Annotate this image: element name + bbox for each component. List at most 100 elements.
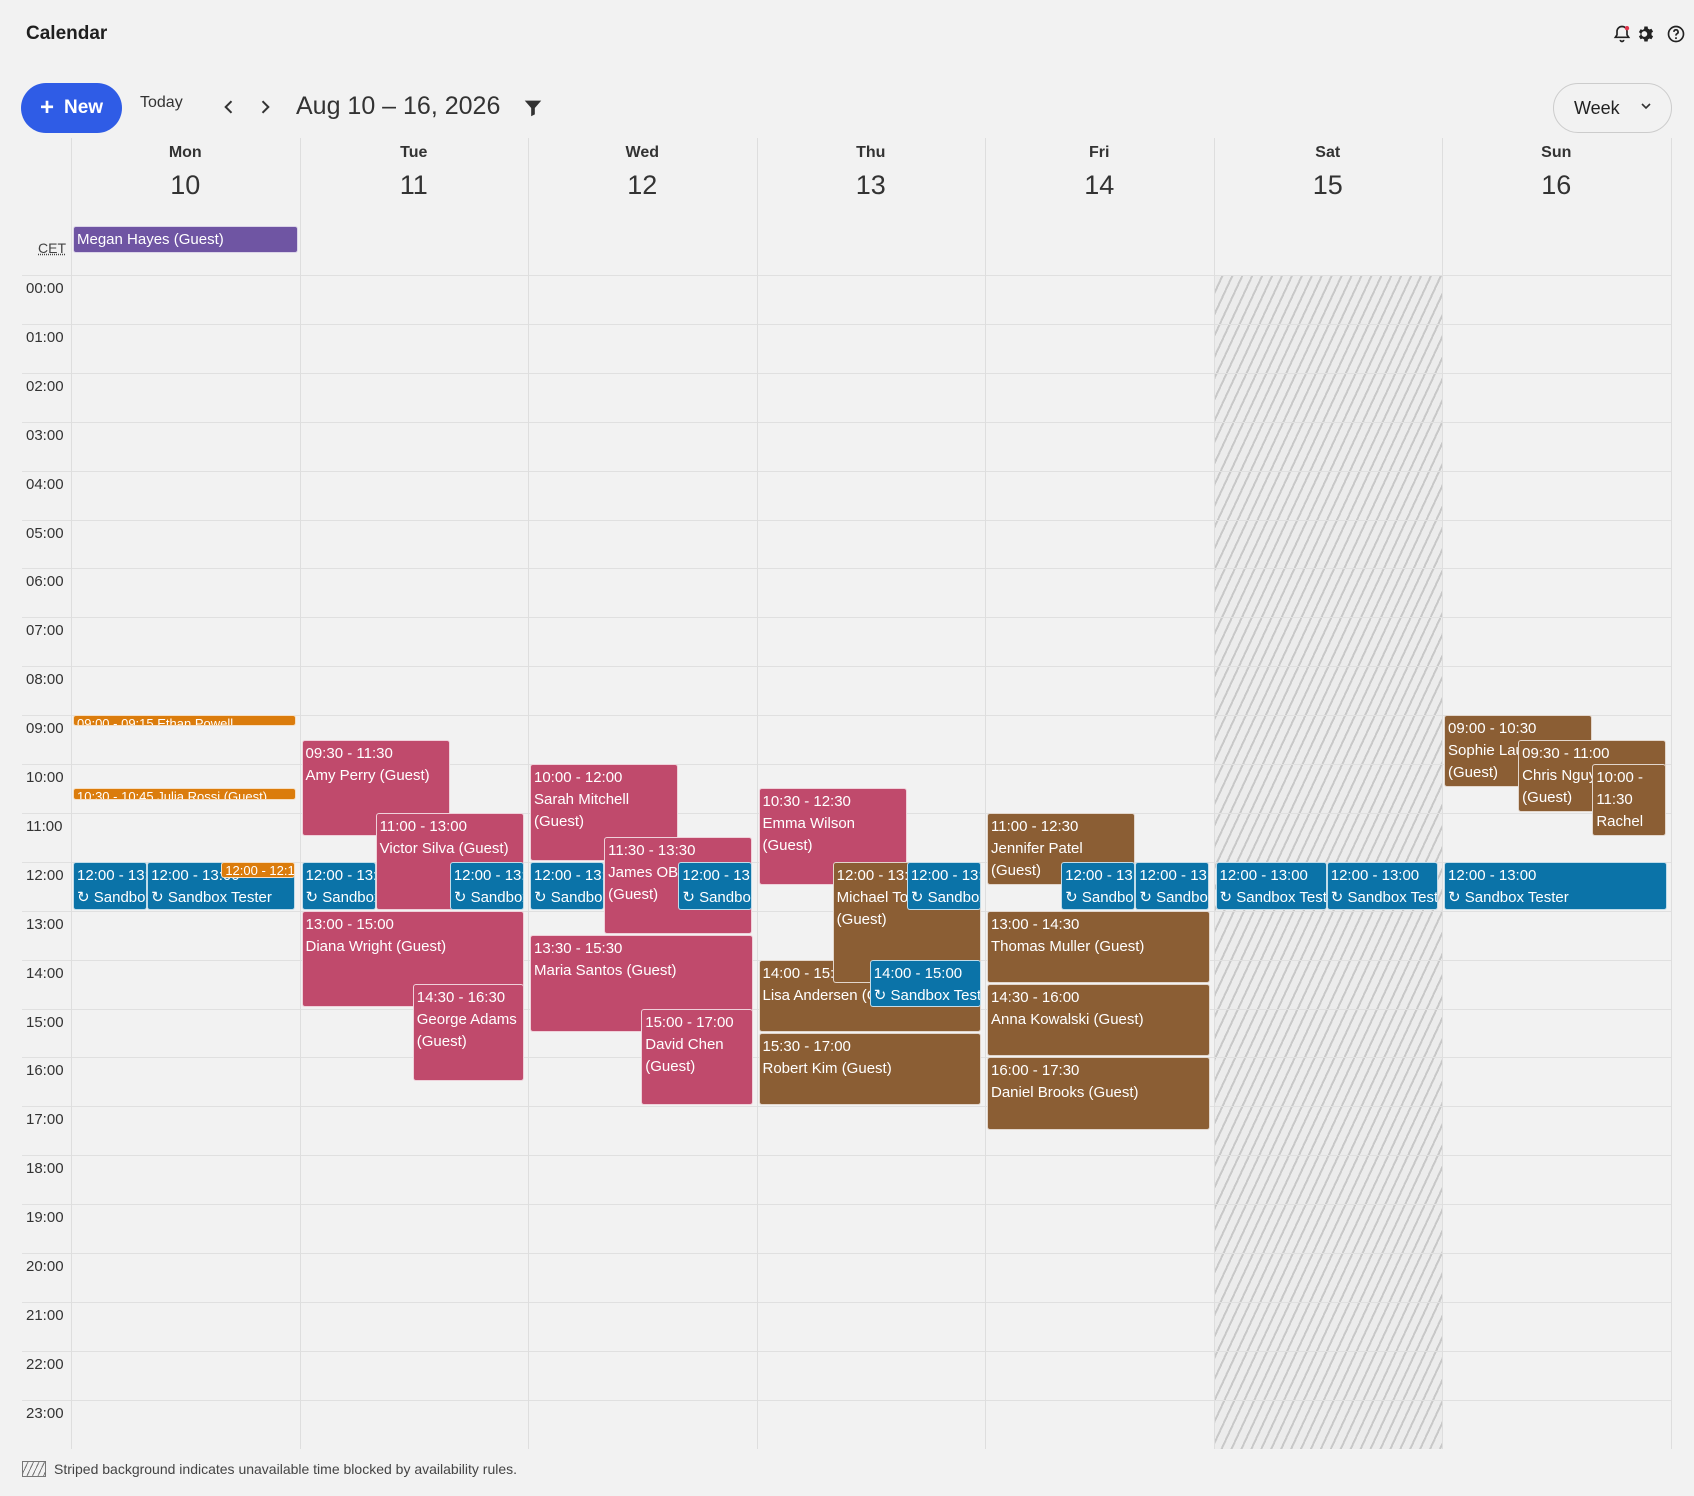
event-time: 11:00 - 13:00 [379,817,467,835]
event-title: Emma Wilson (Guest) [762,815,856,855]
hour-label: 20:00 [26,1258,64,1275]
availability-legend-text: Striped background indicates unavailable… [54,1461,518,1477]
day-header-mon[interactable]: Mon 10 [71,138,300,223]
calendar-event[interactable]: 14:00 - 15:00 ↻ Sandbox Tester [869,959,981,1008]
event-time: 09:00 - 10:30 [1448,720,1537,738]
calendar-event[interactable]: 10:30 - 10:45 Julia Rossi (Guest) [73,788,296,800]
recurring-icon: ↻ [534,888,551,906]
day-number: 13 [855,170,886,200]
hour-label: 23:00 [26,1404,64,1422]
filter-icon[interactable] [522,97,546,121]
hour-label: 07:00 [26,622,64,640]
hour-gridline [22,1204,1672,1206]
calendar-event[interactable]: 12:00 - 13:00 ↻ Sandbox Tester [906,861,981,910]
hour-label: 18:00 [26,1160,64,1178]
recurring-icon: ↻ [910,888,928,906]
calendar-event[interactable]: 15:30 - 17:00 Robert Kim (Guest) [758,1032,981,1106]
hour-label: 19:00 [26,1209,64,1227]
calendar-event[interactable]: 12:00 - 13:00 ↻ Sandbox Tester [301,861,376,910]
event-title-line: ↻ Sandbox Tester [682,887,751,909]
hour-gridline [22,470,1672,472]
hour-gridline [22,568,1672,570]
event-title: Sandbox Tester [890,986,981,1004]
calendar-event[interactable]: 15:00 - 17:00 David Chen (Guest) [641,1008,753,1106]
gear-icon[interactable] [1634,22,1658,46]
hour-label: 21:00 [26,1306,64,1324]
hour-label: 08:00 [26,671,64,689]
hour-label: 16:00 [26,1062,64,1080]
help-icon[interactable] [1664,22,1688,46]
new-event-button[interactable]: + New [21,83,122,133]
calendar-event[interactable]: 14:30 - 16:30 George Adams (Guest) [412,984,524,1081]
recurring-icon: ↻ [1330,888,1348,906]
calendar-event[interactable]: 14:30 - 16:00 Anna Kowalski (Guest) [987,984,1210,1057]
day-column-divider [1442,138,1443,1449]
day-name: Wed [625,144,659,161]
chevron-left-icon[interactable] [217,95,241,119]
calendar-event[interactable]: 12:00 - 13:00 ↻ Sandbox Tester [1444,861,1667,910]
recurring-icon: ↻ [453,888,471,906]
event-title: Sandbox Tester [550,888,605,906]
event-title: Sandbox Tester [1081,888,1136,906]
hour-label: 10:00 [26,769,64,786]
event-time: 12:00 - 12:15 [225,862,296,878]
day-header-sat[interactable]: Sat 15 [1214,138,1443,223]
day-column-divider [1213,138,1215,1449]
event-time: 10:00 - 12:00 [534,769,623,786]
calendar-event[interactable]: 10:00 - 11:30 Rachel Foster [1592,764,1667,837]
calendar-event[interactable]: 12:00 - 13:00 ↻ Sandbox Tester [1326,861,1438,910]
day-column-divider [756,138,758,1449]
event-time: 14:00 - 15:00 [873,964,963,982]
calendar-event[interactable]: 12:00 - 13:00 ↻ Sandbox Tester [530,861,605,910]
calendar-event[interactable]: 12:00 - 13:00 ↻ Sandbox Tester [1215,861,1327,910]
day-header-thu[interactable]: Thu 13 [757,138,986,223]
event-title-line: ↻ Sandbox Tester [1220,887,1326,909]
event-title-line: ↻ Sandbox Tester [1139,887,1208,909]
event-title-line: Anna Kowalski (Guest) [991,1009,1206,1031]
event-title-line: Sarah Mitchell (Guest) [534,789,674,833]
event-time: 10:30 - 12:30 [762,793,851,811]
day-header-wed[interactable]: Wed 12 [528,138,757,223]
event-time: 12:00 - 13:00 [453,866,523,884]
event-time: 13:00 - 14:30 [991,915,1080,933]
hour-gridline [22,1301,1672,1303]
day-header-tue[interactable]: Tue 11 [300,138,529,223]
calendar-event[interactable]: 12:00 - 13:00 ↻ Sandbox Tester [678,861,753,910]
event-title-line: ↻ Sandbox Tester [1448,887,1663,909]
calendar-event[interactable]: 12:00 - 12:15 [221,861,296,878]
today-button[interactable]: Today [140,94,183,112]
event-title: Sandbox Tester [322,888,376,906]
event-title: Sandbox Tester [1236,888,1327,906]
day-header-fri[interactable]: Fri 14 [985,138,1214,223]
event-title: Rachel Foster [1596,813,1644,835]
hour-gridline [22,275,1672,276]
recurring-icon: ↻ [1448,888,1465,906]
day-header-sun[interactable]: Sun 16 [1442,138,1671,223]
event-title-line: ↻ Sandbox Tester [1330,887,1437,909]
event-time: 12:00 - 13:00 [1448,866,1537,884]
event-title: Amy Perry (Guest) [305,766,430,784]
day-number: 10 [170,170,201,200]
view-selector[interactable]: Week [1553,83,1672,133]
calendar-event[interactable]: 12:00 - 13:00 ↻ Sandbox Tester [1135,861,1210,910]
calendar-event[interactable]: 16:00 - 17:30 Daniel Brooks (Guest) [987,1057,1210,1130]
calendar-event[interactable]: 13:00 - 14:30 Thomas Muller (Guest) [987,910,1210,984]
toolbar: + New Today Aug 10 – 16, 2026 Week [0,80,1694,138]
event-title-line: Diana Wright (Guest) [306,936,521,958]
chevron-right-icon[interactable] [253,95,277,119]
calendar-event[interactable]: 09:00 - 09:15 Ethan Powell [73,715,296,727]
recurring-icon: ↻ [1065,888,1082,906]
event-summary: 10:30 - 10:45 Julia Rossi (Guest) [77,789,268,800]
all-day-event[interactable]: Megan Hayes (Guest) [73,226,298,253]
event-title: Sandbox Tester [927,888,981,906]
calendar-event[interactable]: 12:00 - 13:00 ↻ Sandbox Tester [1061,861,1136,910]
calendar-event[interactable]: 12:00 - 13:00 ↻ Sandbox Tester [73,861,148,910]
event-time: 09:30 - 11:00 [1522,744,1610,762]
calendar-event[interactable]: 12:00 - 13:00 ↻ Sandbox Tester [449,861,524,910]
event-title-line: Thomas Muller (Guest) [991,936,1206,958]
hour-gridline [22,1253,1672,1254]
hour-label: 06:00 [26,573,64,591]
recurring-icon: ↻ [151,888,168,906]
event-title: Sandbox Tester [699,888,753,906]
bell-icon[interactable] [1610,22,1634,46]
